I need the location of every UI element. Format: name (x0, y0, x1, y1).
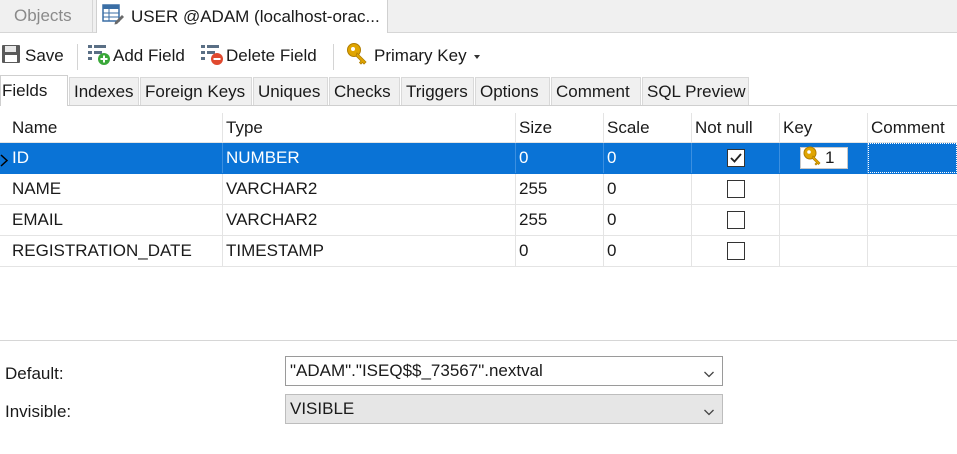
key-cell[interactable] (780, 205, 868, 235)
invisible-select[interactable]: VISIBLE (285, 394, 723, 424)
field-name-cell[interactable]: NAME (9, 174, 223, 204)
tab-label: Triggers (406, 81, 468, 101)
checkmark-icon (729, 153, 742, 163)
designer-tab-bar: Fields Indexes Foreign Keys Uniques Chec… (0, 75, 957, 106)
default-value-text: "ADAM"."ISEQ$$_73567".nextval (290, 361, 543, 380)
not-null-checkbox[interactable] (726, 180, 745, 198)
key-cell[interactable] (780, 236, 868, 266)
tab-sql-preview[interactable]: SQL Preview (642, 77, 749, 105)
field-name-cell[interactable]: REGISTRATION_DATE (9, 236, 223, 266)
field-type-cell[interactable]: TIMESTAMP (223, 236, 516, 266)
toolbar: Save Add Field Delete Field Primary Key (0, 38, 957, 74)
save-button[interactable]: Save (1, 38, 64, 74)
table-design-icon (101, 2, 125, 31)
column-header-not-null[interactable]: Not null (692, 113, 780, 142)
key-cell[interactable]: 1 (780, 143, 868, 173)
not-null-cell (692, 143, 780, 173)
default-value-combobox[interactable]: "ADAM"."ISEQ$$_73567".nextval (285, 356, 723, 386)
not-null-checkbox[interactable] (726, 149, 745, 167)
field-comment-cell[interactable] (868, 205, 957, 235)
field-size-cell[interactable]: 255 (516, 174, 604, 204)
column-header-key[interactable]: Key (780, 113, 868, 142)
chevron-down-icon[interactable] (703, 403, 715, 423)
not-null-cell (692, 205, 780, 235)
primary-key-label: Primary Key (374, 46, 467, 65)
field-size-cell[interactable]: 255 (516, 205, 604, 235)
field-scale-cell[interactable]: 0 (604, 174, 692, 204)
tab-fields[interactable]: Fields (0, 75, 68, 106)
column-header-name[interactable]: Name (9, 113, 223, 142)
tab-label: Indexes (74, 81, 134, 101)
column-header-size[interactable]: Size (516, 113, 604, 142)
tab-indexes[interactable]: Indexes (69, 77, 139, 105)
delete-field-label: Delete Field (226, 46, 317, 65)
tab-label: Options (480, 81, 539, 101)
not-null-cell (692, 236, 780, 266)
grid-header-row: Name Type Size Scale Not null Key Commen… (0, 113, 957, 143)
not-null-cell (692, 174, 780, 204)
field-type-cell[interactable]: VARCHAR2 (223, 174, 516, 204)
field-size-cell[interactable]: 0 (516, 236, 604, 266)
add-field-icon (87, 42, 111, 71)
key-icon (346, 42, 370, 71)
tab-label: Fields (2, 81, 48, 100)
dropdown-arrow-icon (473, 46, 481, 66)
cell-focus-outline (868, 143, 957, 173)
column-header-scale[interactable]: Scale (604, 113, 692, 142)
tab-checks[interactable]: Checks (329, 77, 400, 105)
chevron-down-icon[interactable] (703, 365, 715, 385)
invisible-label: Invisible: (5, 402, 72, 421)
save-icon (1, 44, 21, 69)
tab-uniques[interactable]: Uniques (253, 77, 328, 105)
tab-foreign-keys[interactable]: Foreign Keys (140, 77, 252, 105)
field-scale-cell[interactable]: 0 (604, 143, 692, 173)
column-header-comment[interactable]: Comment (868, 113, 957, 142)
tab-options[interactable]: Options (475, 77, 550, 105)
not-null-checkbox[interactable] (726, 242, 745, 260)
key-position-value: 1 (825, 148, 835, 167)
not-null-checkbox[interactable] (726, 211, 745, 229)
toolbar-separator (333, 44, 334, 70)
tab-label: Comment (556, 81, 630, 101)
table-row[interactable]: ID NUMBER 0 0 1 (0, 143, 957, 174)
add-field-label: Add Field (113, 46, 185, 65)
tab-triggers[interactable]: Triggers (401, 77, 474, 105)
invisible-value-text: VISIBLE (290, 399, 355, 418)
key-position-box: 1 (800, 146, 848, 171)
table-design-tab[interactable]: USER @ADAM (localhost-orac... (96, 0, 388, 33)
toolbar-separator (77, 44, 78, 70)
add-field-button[interactable]: Add Field (87, 38, 185, 74)
key-cell[interactable] (780, 174, 868, 204)
field-type-cell[interactable]: VARCHAR2 (223, 205, 516, 235)
tab-label: Foreign Keys (145, 81, 246, 101)
table-design-tab-label: USER @ADAM (localhost-orac... (131, 6, 380, 26)
field-comment-cell[interactable] (868, 174, 957, 204)
delete-field-button[interactable]: Delete Field (200, 38, 317, 74)
delete-field-icon (200, 42, 224, 71)
field-scale-cell[interactable]: 0 (604, 205, 692, 235)
document-tab-bar: Objects USER @ADAM (localhost-orac... (0, 0, 957, 33)
tab-label: SQL Preview (647, 81, 746, 101)
save-label: Save (25, 46, 64, 65)
current-row-indicator-icon (0, 152, 9, 167)
table-row[interactable]: EMAIL VARCHAR2 255 0 (0, 205, 957, 236)
objects-tab-label: Objects (14, 6, 72, 25)
tab-label: Uniques (258, 81, 321, 101)
column-header-type[interactable]: Type (223, 113, 516, 142)
table-row[interactable]: REGISTRATION_DATE TIMESTAMP 0 0 (0, 236, 957, 267)
field-size-cell[interactable]: 0 (516, 143, 604, 173)
tab-label: Checks (334, 81, 391, 101)
table-row[interactable]: NAME VARCHAR2 255 0 (0, 174, 957, 205)
field-comment-cell[interactable] (868, 236, 957, 266)
field-scale-cell[interactable]: 0 (604, 236, 692, 266)
tab-comment[interactable]: Comment (551, 77, 641, 105)
field-name-cell[interactable]: ID (9, 143, 223, 173)
objects-tab[interactable]: Objects (0, 0, 93, 32)
field-name-cell[interactable]: EMAIL (9, 205, 223, 235)
primary-key-button[interactable]: Primary Key (346, 38, 481, 74)
panel-divider (0, 340, 957, 341)
default-label: Default: (5, 364, 64, 383)
key-icon (803, 146, 825, 171)
field-type-cell[interactable]: NUMBER (223, 143, 516, 173)
